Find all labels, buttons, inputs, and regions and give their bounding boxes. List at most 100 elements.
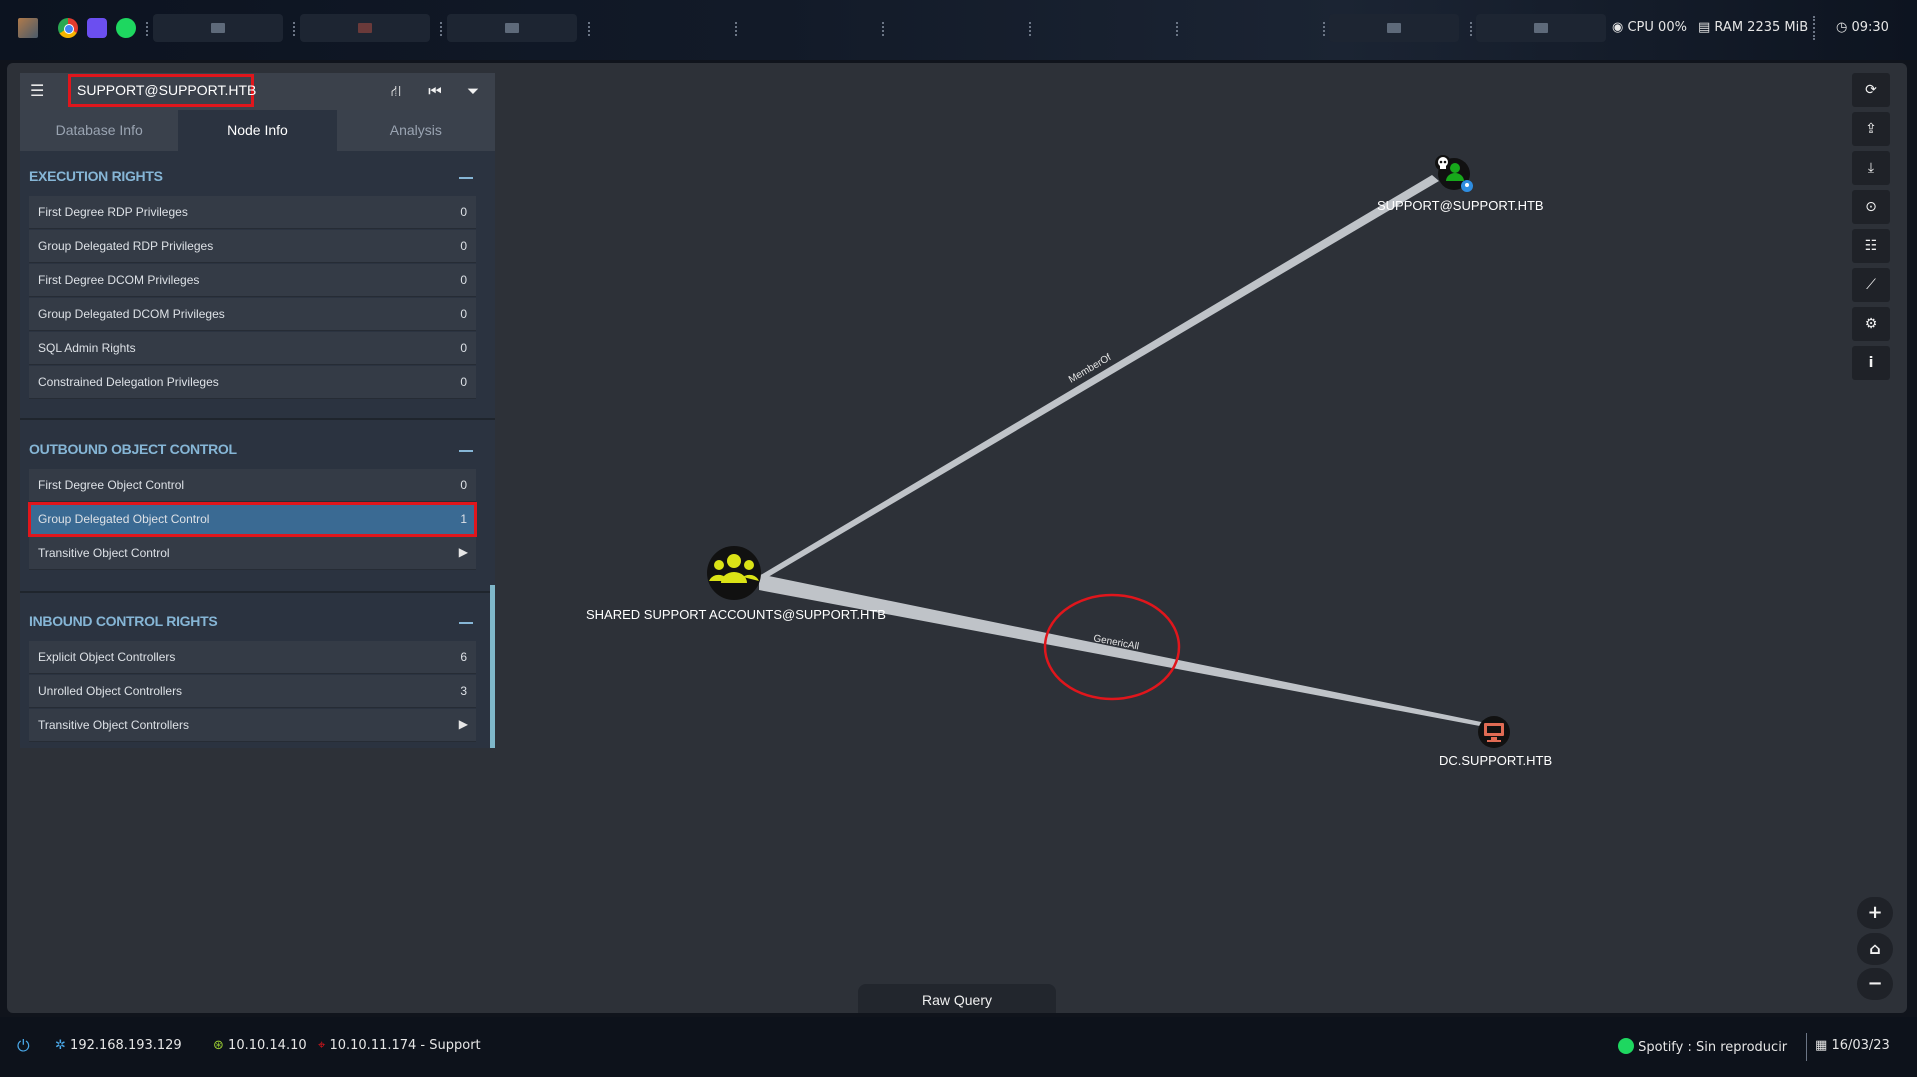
collapse-execution-rights-icon[interactable] bbox=[459, 177, 473, 179]
row-transitive-object-control[interactable]: Transitive Object Control ▶ bbox=[29, 537, 476, 570]
row-label: Group Delegated RDP Privileges bbox=[38, 239, 214, 253]
vpn-icon: ⊛ bbox=[213, 1038, 224, 1053]
row-label: Transitive Object Control bbox=[38, 546, 170, 560]
app-logo-icon[interactable] bbox=[18, 18, 38, 38]
separator bbox=[1029, 22, 1034, 36]
computer-node[interactable] bbox=[1478, 716, 1510, 748]
spotify-icon[interactable] bbox=[116, 18, 136, 38]
row-constrained-delegation[interactable]: Constrained Delegation Privileges 0 bbox=[29, 366, 476, 399]
row-value: 0 bbox=[460, 341, 467, 355]
row-first-degree-dcom[interactable]: First Degree DCOM Privileges 0 bbox=[29, 264, 476, 297]
tab-analysis[interactable]: Analysis bbox=[337, 110, 495, 151]
separator bbox=[1176, 22, 1181, 36]
refresh-icon[interactable]: ⟳ bbox=[1852, 73, 1890, 107]
user-node[interactable] bbox=[1435, 155, 1473, 192]
collapse-outbound-icon[interactable] bbox=[459, 450, 473, 452]
section-title-execution-rights[interactable]: EXECUTION RIGHTS bbox=[29, 168, 163, 184]
import-graph-icon[interactable]: ⤓ bbox=[1852, 151, 1890, 185]
network-icon: ✲ bbox=[55, 1038, 66, 1053]
target-value: 10.10.11.174 - Support bbox=[329, 1038, 481, 1053]
workspace-slot-3[interactable] bbox=[447, 14, 577, 42]
workspace-slot-5[interactable] bbox=[1476, 14, 1606, 42]
settings-gears-icon[interactable]: ⚙ bbox=[1852, 307, 1890, 341]
workspace-slot-2[interactable] bbox=[300, 14, 430, 42]
row-explicit-object-controllers[interactable]: Explicit Object Controllers 6 bbox=[29, 641, 476, 674]
row-label: Explicit Object Controllers bbox=[38, 650, 176, 664]
owned-skull-icon bbox=[1435, 155, 1451, 171]
row-first-degree-rdp[interactable]: First Degree RDP Privileges 0 bbox=[29, 196, 476, 229]
row-value: 0 bbox=[460, 478, 467, 492]
raw-query-button[interactable]: Raw Query bbox=[858, 984, 1056, 1013]
back-icon[interactable]: ⏮ bbox=[426, 82, 444, 100]
pathfinding-road-icon[interactable]: ⛙ bbox=[387, 82, 405, 100]
separator bbox=[588, 22, 593, 36]
section-divider bbox=[20, 591, 495, 593]
search-row: ☰ SUPPORT@SUPPORT.HTB ⛙ ⏮ ⏷ bbox=[20, 73, 495, 111]
row-group-delegated-rdp[interactable]: Group Delegated RDP Privileges 0 bbox=[29, 230, 476, 263]
zoom-out-icon[interactable]: − bbox=[1857, 968, 1893, 1000]
hamburger-menu-icon[interactable]: ☰ bbox=[30, 83, 46, 99]
app-launcher-icon[interactable] bbox=[87, 18, 107, 38]
section-title-inbound-control-rights[interactable]: INBOUND CONTROL RIGHTS bbox=[29, 613, 218, 629]
row-group-delegated-dcom[interactable]: Group Delegated DCOM Privileges 0 bbox=[29, 298, 476, 331]
tab-database-info[interactable]: Database Info bbox=[20, 110, 178, 151]
stats-chart-icon[interactable]: ⟋ bbox=[1852, 268, 1890, 302]
chrome-icon[interactable] bbox=[58, 18, 78, 38]
user-node-label[interactable]: SUPPORT@SUPPORT.HTB bbox=[1377, 198, 1544, 213]
clock-time: 09:30 bbox=[1851, 20, 1889, 35]
panel-scrollbar[interactable] bbox=[490, 585, 495, 748]
row-value: 0 bbox=[460, 205, 467, 219]
computer-node-label[interactable]: DC.SUPPORT.HTB bbox=[1439, 753, 1552, 768]
spotify-status-text: Spotify : Sin reproducir bbox=[1638, 1040, 1788, 1055]
panel-tabs: Database Info Node Info Analysis bbox=[20, 110, 495, 151]
separator bbox=[146, 22, 151, 36]
expand-arrow-icon[interactable]: ▶ bbox=[459, 717, 468, 731]
section-title-outbound-object-control[interactable]: OUTBOUND OBJECT CONTROL bbox=[29, 441, 237, 457]
section-divider bbox=[20, 418, 495, 420]
row-transitive-object-controllers[interactable]: Transitive Object Controllers ▶ bbox=[29, 709, 476, 742]
separator bbox=[293, 22, 298, 36]
separator bbox=[1470, 22, 1475, 36]
row-value: 0 bbox=[460, 375, 467, 389]
zoom-in-icon[interactable]: + bbox=[1857, 897, 1893, 929]
upload-data-icon[interactable]: ⊙ bbox=[1852, 190, 1890, 224]
cpu-label: CPU 00% bbox=[1627, 20, 1687, 35]
row-value: 6 bbox=[460, 650, 467, 664]
node-search-input[interactable]: SUPPORT@SUPPORT.HTB bbox=[68, 74, 256, 107]
vpn-ip: ⊛ 10.10.14.10 bbox=[213, 1038, 307, 1053]
row-sql-admin[interactable]: SQL Admin Rights 0 bbox=[29, 332, 476, 365]
group-node[interactable] bbox=[707, 546, 761, 600]
local-ip: ✲ 192.168.193.129 bbox=[55, 1038, 182, 1053]
row-first-degree-object-control[interactable]: First Degree Object Control 0 bbox=[29, 469, 476, 502]
separator bbox=[735, 22, 740, 36]
workspace-slot-4[interactable] bbox=[1329, 14, 1459, 42]
calendar-icon: ▦ bbox=[1815, 1038, 1828, 1053]
queries-list-icon[interactable]: ☷ bbox=[1852, 229, 1890, 263]
filter-icon[interactable]: ⏷ bbox=[464, 82, 482, 100]
row-label: SQL Admin Rights bbox=[38, 341, 136, 355]
row-value: 0 bbox=[460, 307, 467, 321]
target-crosshair-icon: ⌖ bbox=[318, 1038, 326, 1053]
info-icon[interactable]: i bbox=[1852, 346, 1890, 380]
date-value: 16/03/23 bbox=[1831, 1038, 1890, 1053]
tab-node-info[interactable]: Node Info bbox=[178, 110, 337, 151]
ram-label: RAM 2235 MiB bbox=[1714, 20, 1809, 35]
group-node-label[interactable]: SHARED SUPPORT ACCOUNTS@SUPPORT.HTB bbox=[586, 607, 886, 622]
export-graph-icon[interactable]: ⇪ bbox=[1852, 112, 1890, 146]
home-icon[interactable]: ⌂ bbox=[1857, 933, 1893, 965]
bottom-bar: ⏻ ✲ 192.168.193.129 ⊛ 10.10.14.10 ⌖ 10.1… bbox=[0, 1017, 1917, 1077]
row-value: 1 bbox=[460, 512, 467, 526]
edge-memberof[interactable] bbox=[759, 175, 1439, 580]
edge-genericall[interactable] bbox=[759, 574, 1486, 727]
row-unrolled-object-controllers[interactable]: Unrolled Object Controllers 3 bbox=[29, 675, 476, 708]
separator bbox=[882, 22, 887, 36]
power-icon[interactable]: ⏻ bbox=[17, 1036, 30, 1056]
target-ip: ⌖ 10.10.11.174 - Support bbox=[318, 1038, 481, 1053]
collapse-inbound-icon[interactable] bbox=[459, 622, 473, 624]
row-label: Group Delegated DCOM Privileges bbox=[38, 307, 225, 321]
expand-arrow-icon[interactable]: ▶ bbox=[459, 545, 468, 559]
spotify-status[interactable]: Spotify : Sin reproducir bbox=[1618, 1038, 1787, 1055]
row-group-delegated-object-control[interactable]: Group Delegated Object Control 1 bbox=[28, 502, 477, 537]
workspace-slot-1[interactable] bbox=[153, 14, 283, 42]
separator bbox=[440, 22, 445, 36]
